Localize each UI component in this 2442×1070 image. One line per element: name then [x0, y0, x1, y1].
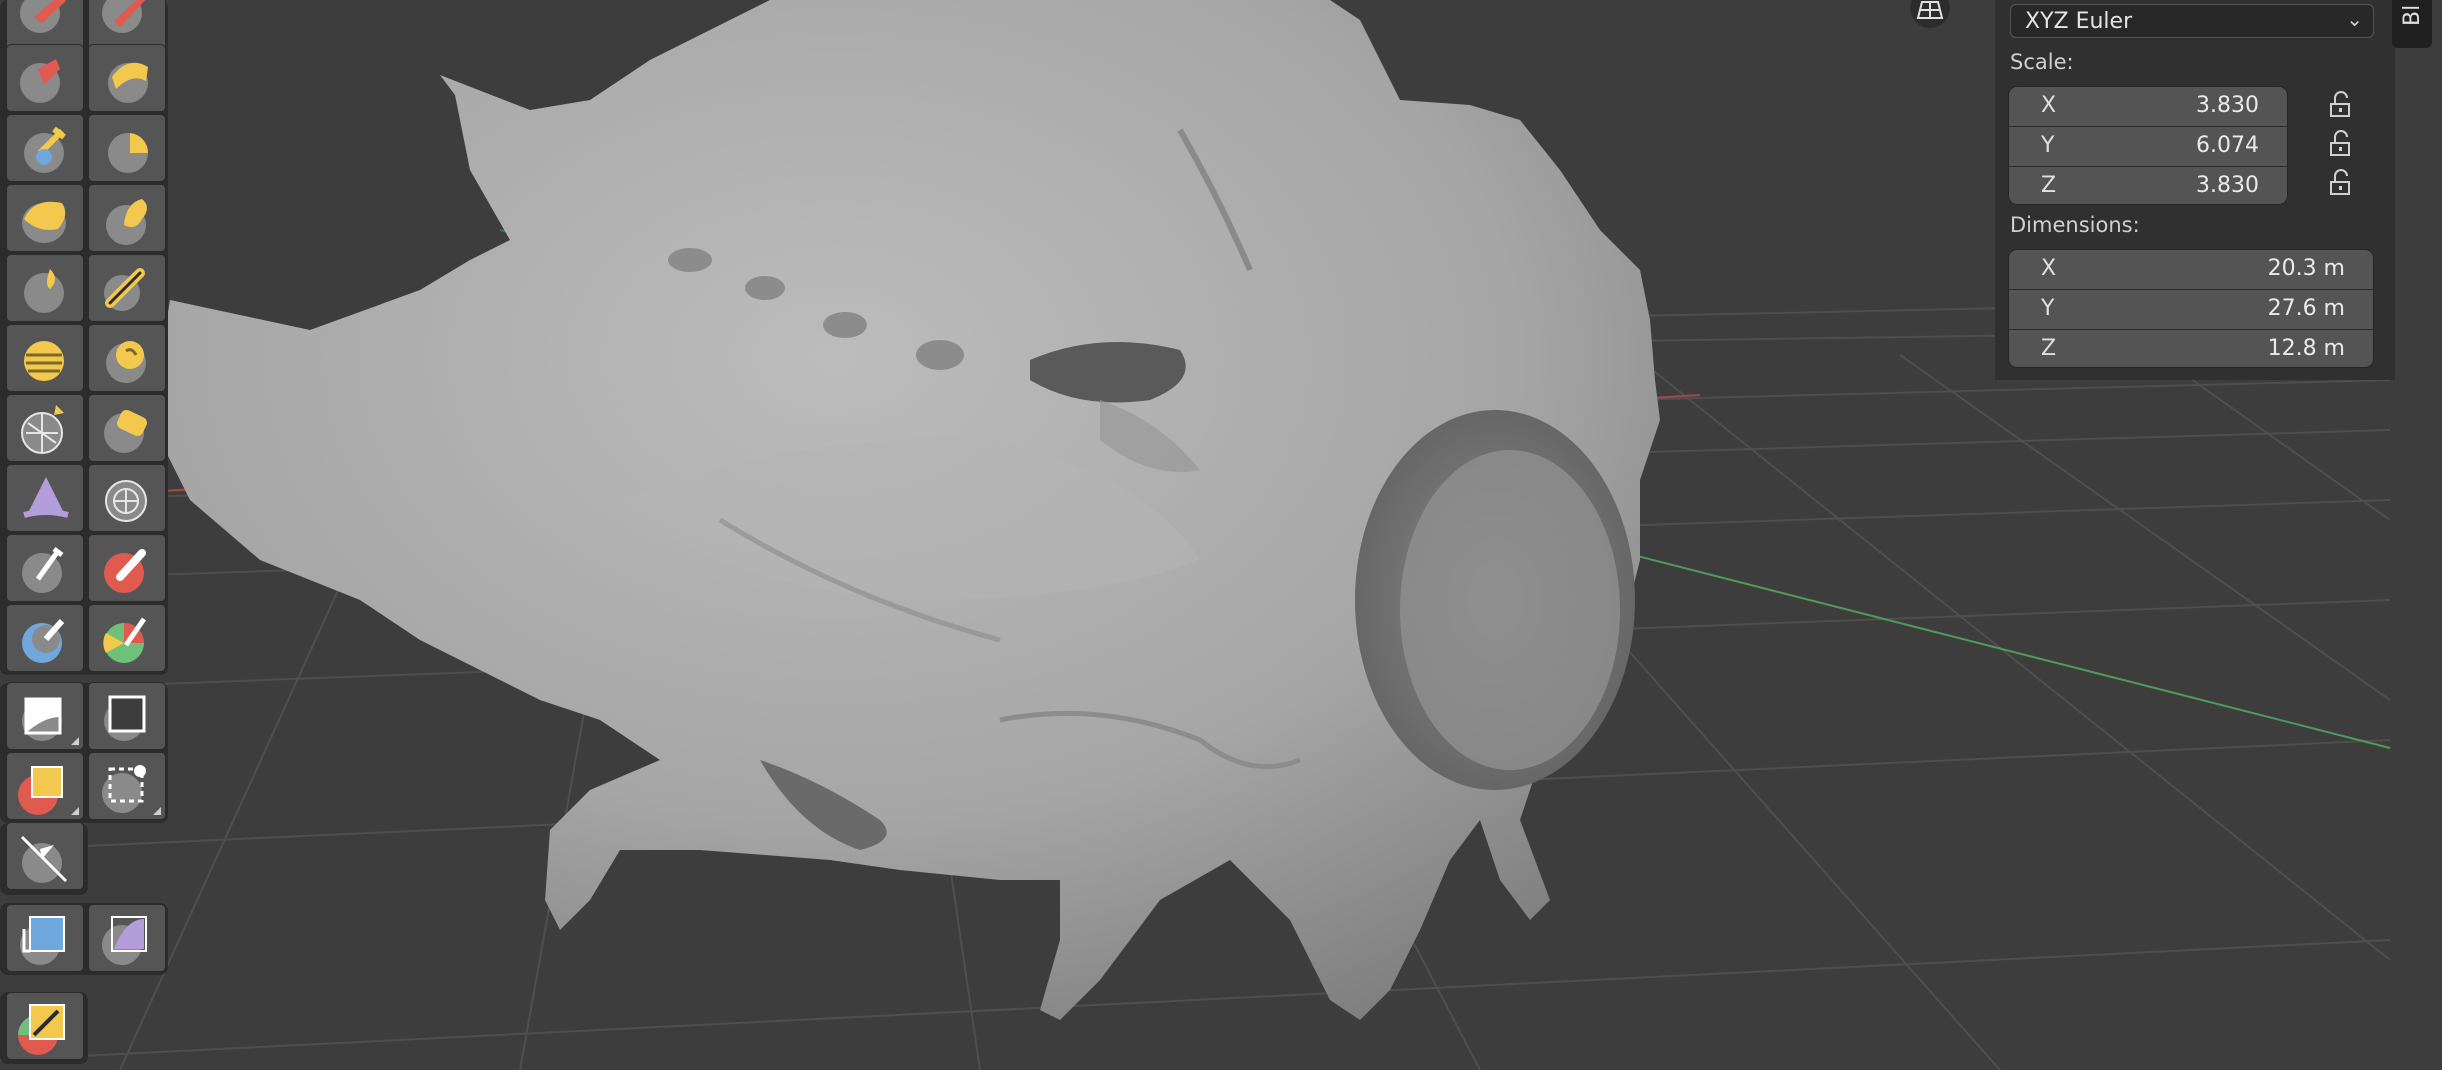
value: 12.8 m — [2267, 336, 2345, 361]
axis-label: Z — [2041, 336, 2057, 361]
tool-draw-sharp[interactable] — [88, 0, 166, 50]
value: 27.6 m — [2267, 296, 2345, 321]
axis-label: X — [2041, 256, 2057, 281]
tool-annotate[interactable] — [6, 992, 84, 1060]
tool-cloth-filter[interactable] — [88, 904, 166, 972]
value: 3.830 — [2196, 173, 2259, 198]
dimensions-label: Dimensions: — [2010, 213, 2140, 237]
tool-clay[interactable] — [6, 44, 84, 112]
tool-box-mask[interactable] — [6, 682, 84, 750]
axis-label: Y — [2041, 296, 2055, 321]
tool-inflate[interactable] — [6, 184, 84, 252]
tool-thumb[interactable] — [6, 604, 84, 672]
dimension-y-field[interactable]: Y 27.6 m — [2009, 289, 2373, 329]
tool-box-hide[interactable] — [88, 682, 166, 750]
tool-box-trim[interactable] — [88, 752, 166, 820]
scale-y-field[interactable]: Y 6.074 — [2009, 126, 2287, 166]
tool-box-face-set[interactable] — [6, 752, 84, 820]
sidebar-tab[interactable]: Bl — [2392, 0, 2432, 48]
viewport-shading-button[interactable] — [1910, 0, 1950, 28]
tool-pinch[interactable] — [6, 464, 84, 532]
dimension-z-field[interactable]: Z 12.8 m — [2009, 329, 2373, 367]
tool-scrape[interactable] — [6, 394, 84, 462]
scale-x-field[interactable]: X 3.830 — [2009, 87, 2287, 126]
rotation-mode-value: XYZ Euler — [2025, 9, 2133, 34]
lock-icon[interactable] — [2325, 129, 2355, 159]
tool-draw[interactable] — [6, 0, 84, 50]
axis-label: Z — [2041, 173, 2057, 198]
tool-line-project[interactable] — [6, 822, 84, 890]
value: 20.3 m — [2267, 256, 2345, 281]
sidebar-tab-label: Bl — [2400, 4, 2425, 26]
value: 6.074 — [2196, 133, 2259, 158]
value: 3.830 — [2196, 93, 2259, 118]
tool-fill[interactable] — [88, 324, 166, 392]
lock-icon[interactable] — [2325, 90, 2355, 120]
tool-elastic-deform[interactable] — [6, 534, 84, 602]
lock-icon[interactable] — [2325, 168, 2355, 198]
scale-label: Scale: — [2010, 50, 2074, 74]
grid-perspective-icon — [1916, 1, 1944, 19]
tool-snake-hook[interactable] — [88, 534, 166, 602]
rotation-mode-dropdown[interactable]: XYZ Euler ⌄ — [2010, 4, 2374, 38]
tool-pose[interactable] — [88, 604, 166, 672]
tool-clay-thumb[interactable] — [6, 114, 84, 182]
chevron-down-icon: ⌄ — [2346, 7, 2363, 31]
tool-mesh-filter[interactable] — [6, 904, 84, 972]
dimension-x-field[interactable]: X 20.3 m — [2009, 250, 2373, 289]
scale-z-field[interactable]: Z 3.830 — [2009, 166, 2287, 204]
tool-flatten[interactable] — [6, 324, 84, 392]
scale-fields: X 3.830 Y 6.074 Z 3.830 — [2008, 86, 2288, 205]
tool-grab[interactable] — [88, 464, 166, 532]
tool-clay-strips[interactable] — [88, 44, 166, 112]
tool-blob[interactable] — [88, 184, 166, 252]
dimensions-fields: X 20.3 m Y 27.6 m Z 12.8 m — [2008, 249, 2374, 368]
tool-multiplane-scrape[interactable] — [88, 394, 166, 462]
axis-label: X — [2041, 93, 2057, 118]
tool-layer[interactable] — [88, 114, 166, 182]
tool-crease[interactable] — [6, 254, 84, 322]
tool-smooth[interactable] — [88, 254, 166, 322]
axis-label: Y — [2041, 133, 2055, 158]
